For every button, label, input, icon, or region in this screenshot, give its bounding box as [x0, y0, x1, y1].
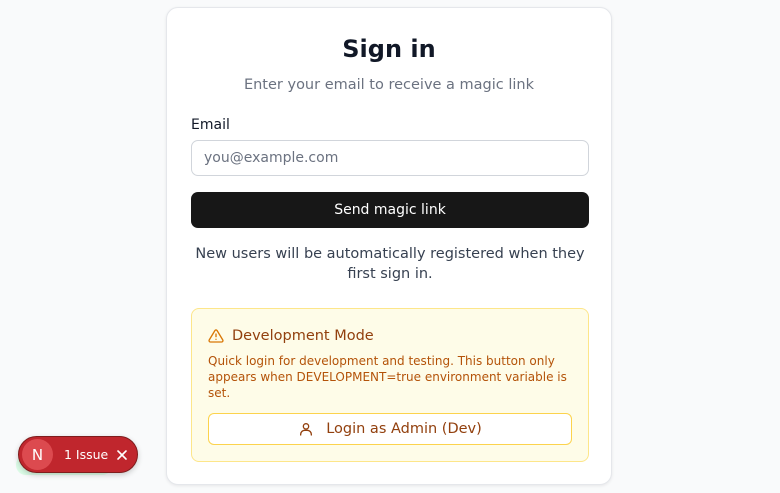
login-as-admin-label: Login as Admin (Dev) [326, 421, 482, 437]
registration-info-text: New users will be automatically register… [195, 246, 585, 282]
issues-indicator[interactable]: N 1 Issue [18, 436, 138, 473]
development-mode-title: Development Mode [232, 328, 374, 344]
development-mode-panel: Development Mode Quick login for develop… [191, 308, 589, 462]
development-mode-header: Development Mode [208, 326, 374, 346]
nextjs-logo-icon[interactable]: N [22, 439, 53, 470]
login-as-admin-button[interactable]: Login as Admin (Dev) [208, 413, 572, 445]
warning-triangle-icon [208, 328, 224, 344]
issue-count-label[interactable]: 1 Issue [64, 447, 108, 462]
send-magic-link-button[interactable]: Send magic link [191, 192, 589, 228]
page-subtitle: Enter your email to receive a magic link [243, 77, 535, 93]
user-icon [298, 421, 314, 437]
email-field[interactable] [191, 140, 589, 176]
signin-card: Sign in Enter your email to receive a ma… [166, 7, 612, 485]
close-icon[interactable] [116, 449, 128, 461]
page-title: Sign in [342, 35, 436, 63]
email-label: Email [191, 117, 230, 133]
development-mode-description: Quick login for development and testing.… [208, 354, 567, 400]
